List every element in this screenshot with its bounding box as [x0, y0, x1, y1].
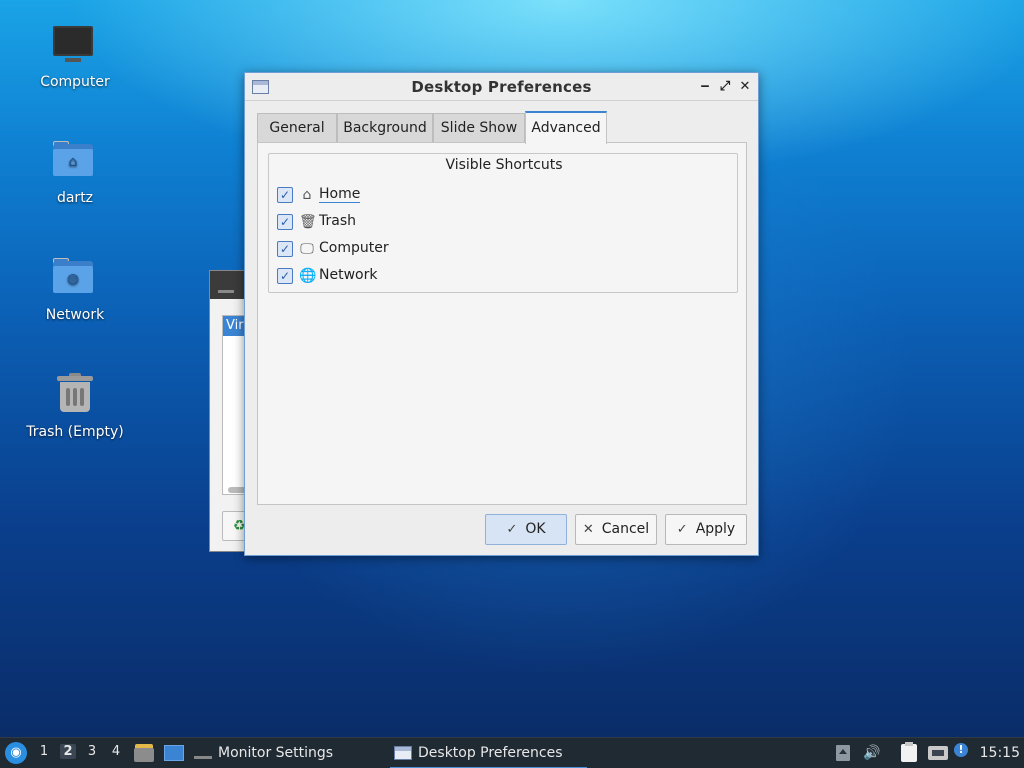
minimize-button[interactable]: ‒	[696, 77, 714, 97]
network-folder-icon: ◍	[51, 255, 99, 303]
desktop-icon-home[interactable]: ⌂ dartz	[10, 138, 140, 206]
task-label: Desktop Preferences	[418, 745, 563, 761]
window-icon	[394, 746, 412, 760]
cancel-icon: ✕	[582, 522, 594, 537]
desktop-icon-network[interactable]: ◍ Network	[10, 255, 140, 323]
start-menu-button[interactable]: ◉	[5, 742, 27, 764]
task-monitor-settings[interactable]: Monitor Settings	[194, 738, 333, 768]
desktop-icon-label: Network	[45, 307, 105, 323]
clipboard-icon[interactable]	[900, 742, 918, 762]
ok-button-label: OK	[525, 521, 546, 537]
volume-icon[interactable]: 🔊	[862, 744, 882, 762]
monitor-icon: 🖵	[300, 241, 314, 257]
window-icon	[218, 283, 234, 293]
apply-button[interactable]: ✓ Apply	[665, 514, 747, 545]
check-icon: ✓	[506, 522, 518, 537]
home-folder-icon: ⌂	[51, 138, 99, 186]
update-notifier-icon[interactable]: !	[954, 743, 968, 757]
workspace-4[interactable]: 4	[108, 744, 124, 759]
home-checkbox[interactable]: ✓	[277, 187, 293, 203]
clock[interactable]: 15:15	[980, 738, 1020, 768]
trash-checkbox-label[interactable]: Trash	[319, 213, 356, 229]
trash-icon	[51, 372, 99, 420]
desktop-icon-trash[interactable]: Trash (Empty)	[10, 372, 140, 440]
ok-button[interactable]: ✓ OK	[485, 514, 567, 545]
monitor-icon	[194, 747, 212, 759]
tab-advanced[interactable]: Advanced	[525, 111, 607, 144]
maximize-button[interactable]: ⤢	[716, 77, 734, 97]
globe-icon: 🌐	[299, 268, 317, 284]
file-manager-icon[interactable]	[134, 744, 154, 762]
tray-up-icon[interactable]	[836, 744, 850, 762]
desktop-icon-label: Trash (Empty)	[26, 424, 124, 440]
advanced-tab-panel: Visible Shortcuts ✓ ⌂ Home ✓ 🗑 Trash ✓ 🖵…	[257, 142, 747, 505]
group-title: Visible Shortcuts	[445, 157, 563, 173]
cancel-button[interactable]: ✕ Cancel	[575, 514, 657, 545]
show-desktop-icon[interactable]	[164, 744, 184, 762]
computer-icon	[51, 22, 99, 70]
visible-shortcuts-group: Visible Shortcuts ✓ ⌂ Home ✓ 🗑 Trash ✓ 🖵…	[268, 153, 738, 293]
network-checkbox-label[interactable]: Network	[319, 267, 377, 283]
desktop-icon-label: dartz	[56, 190, 94, 206]
desktop-icon-label: Computer	[40, 74, 110, 90]
task-label: Monitor Settings	[218, 745, 334, 761]
dialog-title: Desktop Preferences	[411, 78, 592, 96]
workspace-3[interactable]: 3	[84, 744, 100, 759]
network-status-icon[interactable]	[928, 744, 948, 762]
home-icon: ⌂	[302, 187, 312, 203]
trash-icon: 🗑	[299, 214, 317, 230]
workspace-2[interactable]: 2	[60, 744, 76, 759]
close-button[interactable]: ✕	[736, 77, 754, 97]
trash-checkbox[interactable]: ✓	[277, 214, 293, 230]
network-checkbox[interactable]: ✓	[277, 268, 293, 284]
desktop-icon-computer[interactable]: Computer	[10, 22, 140, 90]
check-icon: ✓	[676, 522, 688, 537]
apply-button-label: Apply	[695, 521, 736, 537]
workspace-1[interactable]: 1	[36, 744, 52, 759]
computer-checkbox[interactable]: ✓	[277, 241, 293, 257]
task-desktop-preferences[interactable]: Desktop Preferences	[390, 738, 587, 768]
computer-checkbox-label[interactable]: Computer	[319, 240, 389, 256]
dialog-titlebar[interactable]: Desktop Preferences ‒ ⤢ ✕	[245, 73, 758, 101]
taskbar: ◉ 1 2 3 4 Monitor Settings Desktop Prefe…	[0, 737, 1024, 768]
tab-slide-show[interactable]: Slide Show	[433, 113, 525, 143]
tab-general[interactable]: General	[257, 113, 337, 143]
cancel-button-label: Cancel	[601, 521, 650, 537]
tab-background[interactable]: Background	[337, 113, 433, 143]
desktop-preferences-dialog[interactable]: Desktop Preferences ‒ ⤢ ✕ General Backgr…	[244, 72, 759, 556]
home-checkbox-label[interactable]: Home	[319, 186, 361, 203]
